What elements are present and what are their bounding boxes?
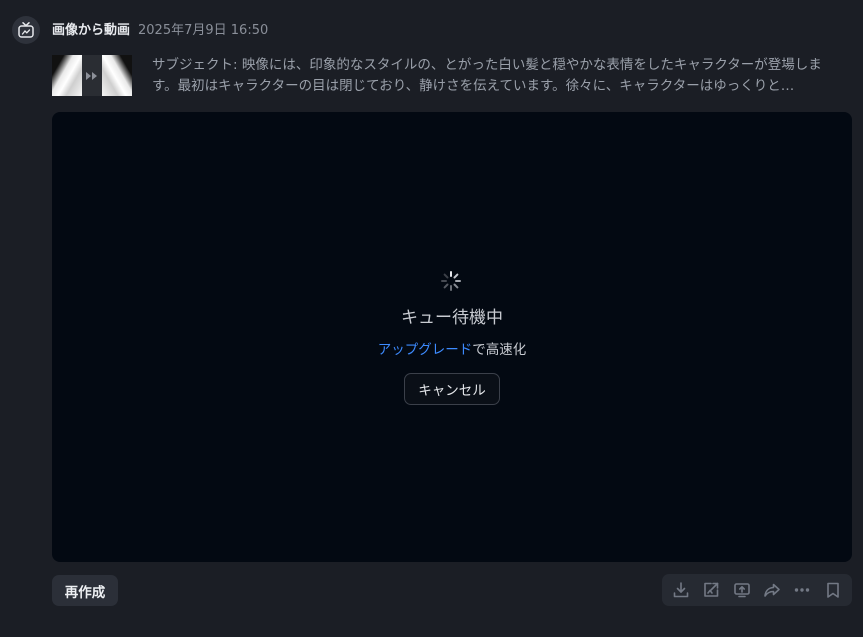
source-image-thumbnail[interactable] <box>52 55 132 96</box>
more-icon[interactable] <box>790 578 814 602</box>
queue-status-title: キュー待機中 <box>401 308 503 328</box>
upgrade-hint: アップグレードで高速化 <box>52 338 852 358</box>
tv-avatar-icon <box>12 16 40 44</box>
video-panel <box>52 112 852 562</box>
play-icon <box>82 55 102 96</box>
download-icon[interactable] <box>669 578 693 602</box>
upgrade-link[interactable]: アップグレード <box>378 342 473 358</box>
loading-spinner-icon <box>440 270 462 292</box>
open-external-icon[interactable] <box>699 578 723 602</box>
action-toolbar <box>662 574 852 606</box>
app-name: 画像から動画 <box>52 23 131 38</box>
bookmark-icon[interactable] <box>821 578 845 602</box>
thumbnail-frame-start <box>52 55 82 96</box>
thumbnail-frame-end <box>102 55 132 96</box>
timestamp: 2025年7月9日 16:50 <box>138 23 269 38</box>
chat-message: 画像から動画 2025年7月9日 16:50 サブジェクト: 映像には、印象的な… <box>0 0 863 637</box>
prompt-text: サブジェクト: 映像には、印象的なスタイルの、とがった白い髪と穏やかな表情をした… <box>152 57 822 94</box>
share-icon[interactable] <box>760 578 784 602</box>
message-header: 画像から動画 2025年7月9日 16:50 <box>52 19 268 38</box>
share-screen-icon[interactable] <box>730 578 754 602</box>
upgrade-suffix: で高速化 <box>472 342 527 358</box>
recreate-button[interactable]: 再作成 <box>52 575 118 606</box>
cancel-button[interactable]: キャンセル <box>404 373 500 405</box>
